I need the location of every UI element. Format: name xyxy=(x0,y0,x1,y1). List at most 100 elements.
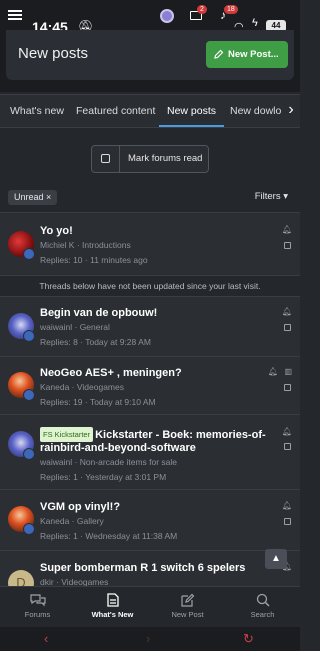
forward-icon[interactable]: › xyxy=(146,631,150,646)
tab-new-downloads[interactable]: New dowlo xyxy=(230,95,281,127)
thread-replies: Replies: 1 xyxy=(40,472,78,482)
thread-stats: Replies: 1 · Wednesday at 11:38 AM xyxy=(40,531,178,541)
thread-replies: Replies: 8 xyxy=(40,337,78,347)
thread-meta: waiwainl · General xyxy=(40,322,110,332)
select-checkbox[interactable] xyxy=(284,324,291,331)
filters-menu[interactable]: Filters ▾ xyxy=(255,191,288,202)
thread-meta: Kaneda · Gallery xyxy=(40,516,104,526)
thread-forum[interactable]: Introductions xyxy=(82,240,131,250)
select-checkbox[interactable] xyxy=(284,384,291,391)
nav-new-post-label: New Post xyxy=(171,610,204,619)
scroll-to-top-button[interactable]: ▲ xyxy=(265,549,287,569)
edit-icon xyxy=(180,593,194,607)
nav-search[interactable]: Search xyxy=(225,587,300,628)
thread-title[interactable]: Yo yo! xyxy=(40,225,276,238)
nav-forums-label: Forums xyxy=(24,610,51,619)
thread-stats: Replies: 1 · Yesterday at 3:01 PM xyxy=(40,472,167,482)
nav-whats-new-label: What's New xyxy=(91,610,134,619)
thread-forum[interactable]: General xyxy=(80,322,110,332)
thread-title[interactable]: Super bomberman R 1 switch 6 spelers xyxy=(40,562,276,575)
top-area: 14:45 🔕︎ 2 ♪ 18 ◠ ϟ 44 New posts New Pos… xyxy=(0,0,300,92)
thread-meta: waiwainl · Non-arcade items for sale xyxy=(40,457,178,467)
nav-new-post[interactable]: New Post xyxy=(150,587,225,628)
nav-whats-new[interactable]: What's New xyxy=(75,587,150,628)
system-nav-bar: ‹ › ↻ xyxy=(0,627,300,651)
tab-featured-content[interactable]: Featured content xyxy=(76,95,155,127)
user-avatar-icon[interactable] xyxy=(160,9,174,23)
new-post-button[interactable]: New Post... xyxy=(206,41,288,68)
thread-time[interactable]: Wednesday at 11:38 AM xyxy=(85,531,177,541)
thread-author[interactable]: Michiel K xyxy=(40,240,74,250)
reload-icon[interactable]: ↻ xyxy=(243,631,254,647)
thread-stats: Replies: 8 · Today at 9:28 AM xyxy=(40,337,151,347)
thread-time[interactable]: Today at 9:10 AM xyxy=(90,397,156,407)
charging-icon: ϟ xyxy=(252,17,258,29)
thread-row[interactable]: Yo yo! Michiel K · Introductions Replies… xyxy=(0,212,300,275)
bottom-nav: Forums What's New New Post Search xyxy=(0,586,300,627)
thread-replies: Replies: 1 xyxy=(40,531,78,541)
new-post-label: New Post... xyxy=(228,49,279,60)
thread-author[interactable]: waiwainl xyxy=(40,457,72,467)
thread-row[interactable]: VGM op vinyl!? Kaneda · Gallery Replies:… xyxy=(0,489,300,550)
checkbox-icon xyxy=(92,146,120,172)
thread-author[interactable]: waiwainl xyxy=(40,322,72,332)
select-checkbox[interactable] xyxy=(284,518,291,525)
chart-icon[interactable]: ▥ xyxy=(284,367,292,376)
avatar-mini xyxy=(23,523,35,535)
thread-title[interactable]: NeoGeo AES+ , meningen? xyxy=(40,367,276,380)
page-title: New posts xyxy=(18,45,89,62)
thread-title[interactable]: Begin van de opbouw! xyxy=(40,307,276,320)
thread-time[interactable]: Yesterday at 3:01 PM xyxy=(85,472,166,482)
thread-forum[interactable]: Videogames xyxy=(77,382,124,392)
thread-forum[interactable]: Non-arcade items for sale xyxy=(80,457,177,467)
chip-label: Unread xyxy=(14,192,44,202)
close-icon[interactable]: × xyxy=(46,192,51,202)
menu-icon[interactable] xyxy=(8,10,22,20)
bell-icon[interactable]: 🔔︎ xyxy=(268,367,278,376)
tab-new-posts[interactable]: New posts xyxy=(159,95,225,127)
avatar-mini xyxy=(23,248,35,260)
thread-author[interactable]: Kaneda xyxy=(40,516,69,526)
tab-bar: What's new Featured content New posts Ne… xyxy=(0,94,300,128)
mail-badge: 2 xyxy=(197,5,207,14)
thread-meta: Kaneda · Videogames xyxy=(40,382,124,392)
nav-forums[interactable]: Forums xyxy=(0,587,75,628)
mark-forums-read-label: Mark forums read xyxy=(128,153,203,164)
avatar-mini xyxy=(23,448,35,460)
page-header: New posts New Post... xyxy=(6,30,294,80)
thread-stats: Replies: 19 · Today at 9:10 AM xyxy=(40,397,156,407)
thread-replies: Replies: 19 xyxy=(40,397,83,407)
thread-row[interactable]: Begin van de opbouw! waiwainl · General … xyxy=(0,296,300,356)
status-bar: 14:45 🔕︎ 2 ♪ 18 ◠ ϟ 44 xyxy=(0,0,300,35)
bell-icon[interactable]: 🔔︎ xyxy=(282,307,292,316)
notification-badge: 18 xyxy=(224,5,238,14)
edit-icon xyxy=(214,49,224,59)
bell-icon[interactable]: 🔔︎ xyxy=(282,427,292,436)
mark-forums-read-button[interactable]: Mark forums read xyxy=(91,145,209,173)
search-icon xyxy=(256,593,270,607)
thread-title[interactable]: FS Kickstarter Kickstarter - Boek: memori… xyxy=(40,427,276,455)
avatar-mini xyxy=(23,330,35,342)
select-checkbox[interactable] xyxy=(284,242,291,249)
thread-forum[interactable]: Gallery xyxy=(77,516,104,526)
thread-row[interactable]: FS Kickstarter Kickstarter - Boek: memori… xyxy=(0,414,300,489)
bell-icon[interactable]: 🔔︎ xyxy=(282,225,292,234)
thread-meta: Michiel K · Introductions xyxy=(40,240,131,250)
thread-time[interactable]: 11 minutes ago xyxy=(90,255,148,265)
bell-icon[interactable]: 🔔︎ xyxy=(282,501,292,510)
back-icon[interactable]: ‹ xyxy=(44,631,48,646)
thread-prefix[interactable]: FS Kickstarter xyxy=(40,427,94,442)
tab-whats-new[interactable]: What's new xyxy=(10,95,64,127)
select-checkbox[interactable] xyxy=(284,443,291,450)
thread-replies: Replies: 10 xyxy=(40,255,83,265)
thread-stats: Replies: 10 · 11 minutes ago xyxy=(40,255,148,265)
thread-row[interactable]: NeoGeo AES+ , meningen? Kaneda · Videoga… xyxy=(0,356,300,414)
unread-filter-chip[interactable]: Unread × xyxy=(8,190,58,205)
thread-time[interactable]: Today at 9:28 AM xyxy=(85,337,151,347)
chat-bubbles-icon xyxy=(29,594,46,607)
unread-notice: Threads below have not been updated sinc… xyxy=(0,275,300,295)
thread-author[interactable]: Kaneda xyxy=(40,382,69,392)
thread-title[interactable]: VGM op vinyl!? xyxy=(40,501,276,514)
thread-row[interactable]: D Super bomberman R 1 switch 6 spelers d… xyxy=(0,550,300,596)
chevron-right-icon[interactable]: › xyxy=(282,95,300,127)
